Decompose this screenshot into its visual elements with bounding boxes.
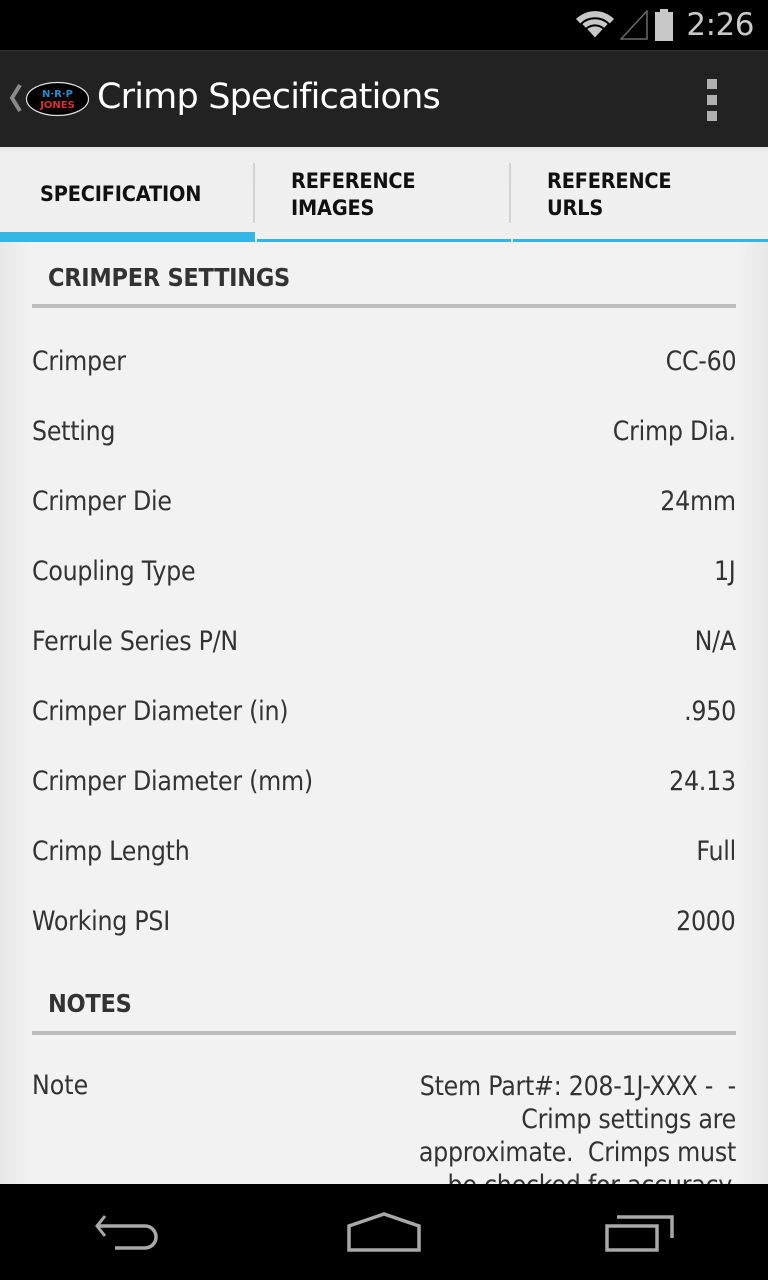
back-button[interactable]: [68, 1184, 188, 1280]
battery-icon: [655, 9, 674, 41]
spec-label: Ferrule Series P/N: [32, 626, 238, 657]
tab-reference-images[interactable]: REFERENCE IMAGES: [256, 147, 512, 242]
action-bar: N·R·P JONES Crimp Specifications: [0, 50, 768, 147]
tab-label: REFERENCE URLS: [547, 168, 672, 220]
note-text: Stem Part#: 208-1J-XXX - - Crimp setting…: [418, 1071, 736, 1184]
back-icon: [95, 1215, 158, 1250]
overflow-dot: [707, 111, 717, 121]
tab-strip: SPECIFICATION REFERENCE IMAGES REFERENCE…: [0, 147, 768, 242]
content-area: SPECIFICATION REFERENCE IMAGES REFERENCE…: [0, 147, 768, 1184]
spec-value: 1J: [714, 556, 736, 587]
spec-row: Coupling Type 1J: [32, 556, 736, 626]
tab-label: SPECIFICATION: [40, 182, 202, 206]
spec-label: Crimper Diameter (in): [32, 696, 289, 727]
status-icons: 2:26: [576, 0, 754, 50]
spec-row: Crimp Length Full: [32, 836, 736, 906]
spec-label: Coupling Type: [32, 556, 196, 587]
tab-divider: [509, 163, 512, 223]
spec-value: CC-60: [665, 346, 736, 377]
cell-signal-icon: [620, 10, 649, 40]
spec-value: 24.13: [669, 766, 736, 797]
home-button[interactable]: [324, 1184, 444, 1280]
spec-row: Crimper Diameter (in) .950: [32, 696, 736, 766]
spec-row: Ferrule Series P/N N/A: [32, 626, 736, 696]
spec-value: Full: [696, 836, 736, 867]
up-caret-icon[interactable]: [8, 83, 22, 113]
spec-row: Crimper Die 24mm: [32, 486, 736, 556]
overflow-menu-button[interactable]: [696, 79, 728, 121]
note-label: Note: [32, 1070, 89, 1101]
app-logo-icon[interactable]: N·R·P JONES: [25, 81, 90, 117]
tab-label: REFERENCE IMAGES: [290, 168, 416, 220]
section-divider: [32, 304, 736, 308]
page-title: Crimp Specifications: [97, 77, 441, 117]
spec-row: Working PSI 2000: [32, 906, 736, 976]
tab-reference-urls[interactable]: REFERENCE URLS: [513, 147, 768, 242]
spec-value: Crimp Dia.: [612, 416, 736, 447]
spec-row: Setting Crimp Dia.: [32, 416, 736, 486]
tab-divider: [252, 163, 255, 223]
spec-label: Setting: [32, 416, 116, 447]
spec-label: Working PSI: [32, 906, 170, 937]
overflow-dot: [707, 95, 717, 105]
navigation-bar: [0, 1184, 768, 1280]
spec-value: .950: [684, 696, 736, 727]
spec-label: Crimper: [32, 346, 126, 377]
spec-label: Crimper Diameter (mm): [32, 766, 313, 797]
recent-apps-icon: [605, 1215, 674, 1252]
tab-specification[interactable]: SPECIFICATION: [0, 147, 255, 242]
tab-indicator: [256, 239, 512, 242]
wifi-icon: [576, 11, 615, 40]
spec-label: Crimper Die: [32, 486, 172, 517]
home-icon: [347, 1212, 421, 1252]
tab-indicator: [513, 239, 768, 242]
spec-row: Crimper CC-60: [32, 346, 736, 416]
spec-value: 2000: [676, 906, 737, 937]
overflow-dot: [707, 79, 717, 89]
section-title: NOTES: [48, 989, 132, 1018]
recent-apps-button[interactable]: [580, 1184, 700, 1280]
tab-indicator: [0, 232, 255, 242]
status-bar: 2:26: [0, 0, 768, 50]
logo-bottom-text: JONES: [39, 100, 75, 111]
section-title: CRIMPER SETTINGS: [48, 263, 290, 292]
section-divider: [32, 1031, 736, 1035]
spec-label: Crimp Length: [32, 836, 190, 867]
spec-value: 24mm: [660, 486, 737, 517]
status-time: 2:26: [686, 7, 754, 43]
spec-value: N/A: [694, 626, 737, 657]
spec-row: Crimper Diameter (mm) 24.13: [32, 766, 736, 836]
logo-top-text: N·R·P: [42, 89, 73, 100]
